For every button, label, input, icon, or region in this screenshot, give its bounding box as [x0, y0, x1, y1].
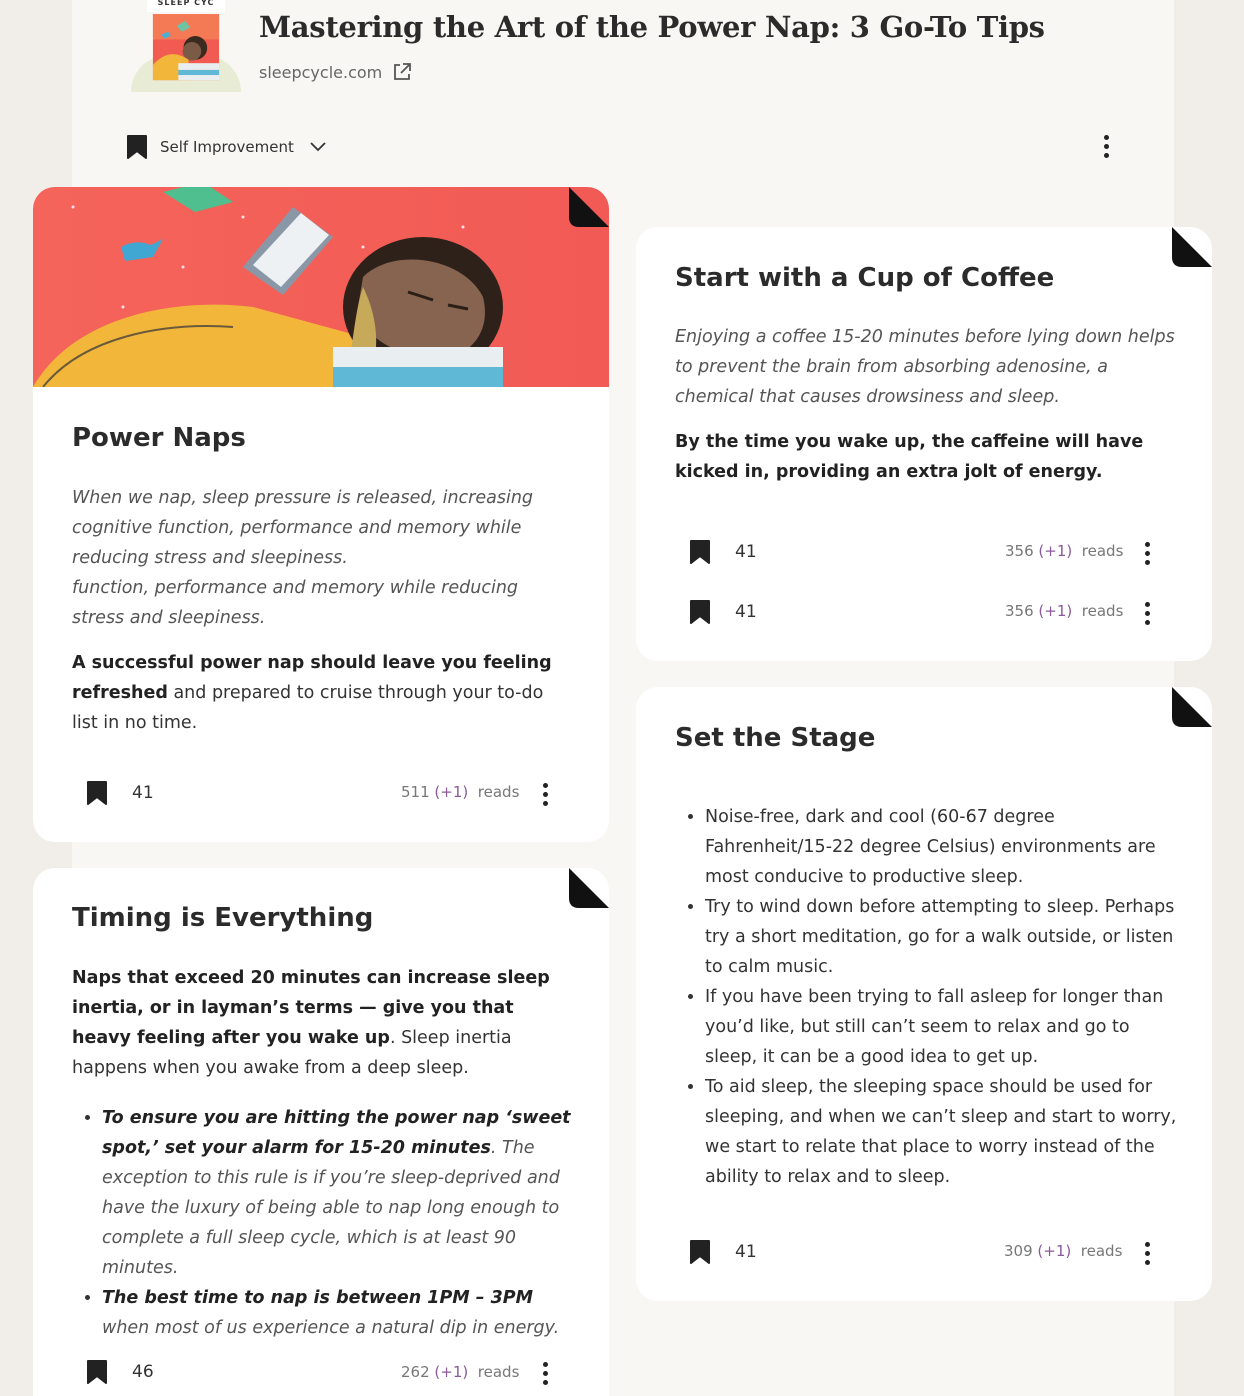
reads-counter: 262 (+1) reads: [401, 1363, 519, 1381]
card-body-text: Naps that exceed 20 minutes can increase…: [72, 963, 572, 1083]
reads-label: reads: [477, 783, 520, 801]
bullet-rest: . The exception to this rule is if you’r…: [102, 1138, 560, 1278]
card-italic-text-repeat: function, performance and memory while r…: [72, 578, 519, 628]
reads-plus: (+1): [1038, 602, 1073, 620]
bookmark-icon[interactable]: [689, 1239, 711, 1265]
card-footer: 41: [689, 599, 757, 625]
card-footer: 46: [86, 1359, 154, 1385]
bullet-bold: The best time to nap is between 1PM – 3P…: [102, 1288, 534, 1308]
page-fold-icon: [569, 187, 609, 227]
category-label[interactable]: Self Improvement: [160, 138, 294, 156]
reads-label: reads: [1081, 542, 1124, 560]
card-power-naps: Power Naps When we nap, sleep pressure i…: [33, 187, 609, 842]
card-footer: 41: [689, 1239, 757, 1265]
reads-count: 262: [401, 1363, 430, 1381]
page-fold-icon: [1172, 227, 1212, 267]
reads-counter: 511 (+1) reads: [401, 783, 519, 801]
bookmark-icon[interactable]: [689, 539, 711, 565]
more-vertical-icon[interactable]: [542, 783, 548, 806]
reads-count: 356: [1005, 602, 1034, 620]
card-coffee: Start with a Cup of Coffee Enjoying a co…: [636, 227, 1212, 661]
card-illustration: [33, 187, 609, 387]
page-fold-icon: [569, 868, 609, 908]
bookmark-icon[interactable]: [689, 599, 711, 625]
card-set-the-stage: Set the Stage Noise-free, dark and cool …: [636, 687, 1212, 1301]
reads-counter: 309 (+1) reads: [1004, 1242, 1122, 1260]
card-title: Power Naps: [72, 423, 246, 453]
reads-label: reads: [1081, 602, 1124, 620]
reads-count: 356: [1005, 542, 1034, 560]
list-item: If you have been trying to fall asleep f…: [705, 982, 1180, 1072]
article-thumbnail[interactable]: [147, 14, 225, 92]
save-count: 41: [735, 602, 757, 622]
card-bullet-list: Noise-free, dark and cool (60-67 degree …: [675, 802, 1180, 1192]
page-fold-icon: [1172, 687, 1212, 727]
save-count: 41: [132, 783, 154, 803]
reads-label: reads: [1080, 1242, 1123, 1260]
reads-counter: 356 (+1) reads: [1005, 602, 1123, 620]
reads-plus: (+1): [1037, 1242, 1072, 1260]
more-vertical-icon[interactable]: [1144, 602, 1150, 625]
list-item: To ensure you are hitting the power nap …: [102, 1103, 572, 1283]
bullet-rest: when most of us experience a natural dip…: [102, 1318, 560, 1338]
card-title: Start with a Cup of Coffee: [675, 263, 1055, 293]
category-selector[interactable]: Self Improvement: [126, 134, 326, 160]
save-count: 46: [132, 1362, 154, 1382]
list-item: To aid sleep, the sleeping space should …: [705, 1072, 1180, 1192]
more-vertical-icon[interactable]: [1144, 542, 1150, 565]
thumbnail-label: SLEEP CYC: [147, 0, 225, 12]
card-title: Set the Stage: [675, 723, 876, 753]
list-item: The best time to nap is between 1PM – 3P…: [102, 1283, 572, 1343]
save-count: 41: [735, 542, 757, 562]
reads-count: 511: [401, 783, 430, 801]
card-title: Timing is Everything: [72, 903, 374, 933]
bookmark-icon[interactable]: [126, 134, 148, 160]
card-body-text: A successful power nap should leave you …: [72, 648, 572, 738]
reads-plus: (+1): [434, 783, 469, 801]
more-vertical-icon[interactable]: [1144, 1242, 1150, 1265]
reads-plus: (+1): [1038, 542, 1073, 560]
card-italic-text: Enjoying a coffee 15-20 minutes before l…: [675, 327, 1175, 407]
card-italic-text: When we nap, sleep pressure is released,…: [72, 488, 534, 568]
source-domain[interactable]: sleepcycle.com: [259, 63, 382, 82]
bookmark-icon[interactable]: [86, 1359, 108, 1385]
list-item: Try to wind down before attempting to sl…: [705, 892, 1180, 982]
source-link[interactable]: sleepcycle.com: [259, 62, 412, 82]
card-timing: Timing is Everything Naps that exceed 20…: [33, 868, 609, 1396]
article-title[interactable]: Mastering the Art of the Power Nap: 3 Go…: [259, 10, 1045, 44]
reads-label: reads: [477, 1363, 520, 1381]
save-count: 41: [735, 1242, 757, 1262]
more-vertical-icon[interactable]: [1103, 135, 1109, 158]
reads-count: 309: [1004, 1242, 1033, 1260]
chevron-down-icon[interactable]: [310, 142, 326, 152]
more-vertical-icon[interactable]: [542, 1362, 548, 1385]
bookmark-icon[interactable]: [86, 780, 108, 806]
list-item: Noise-free, dark and cool (60-67 degree …: [705, 802, 1180, 892]
reads-counter: 356 (+1) reads: [1005, 542, 1123, 560]
external-link-icon[interactable]: [392, 62, 412, 82]
card-bullet-list: To ensure you are hitting the power nap …: [72, 1103, 572, 1343]
card-footer: 41: [86, 780, 154, 806]
card-footer: 41: [689, 539, 757, 565]
reads-plus: (+1): [434, 1363, 469, 1381]
card-bold-text: By the time you wake up, the caffeine wi…: [675, 432, 1144, 482]
